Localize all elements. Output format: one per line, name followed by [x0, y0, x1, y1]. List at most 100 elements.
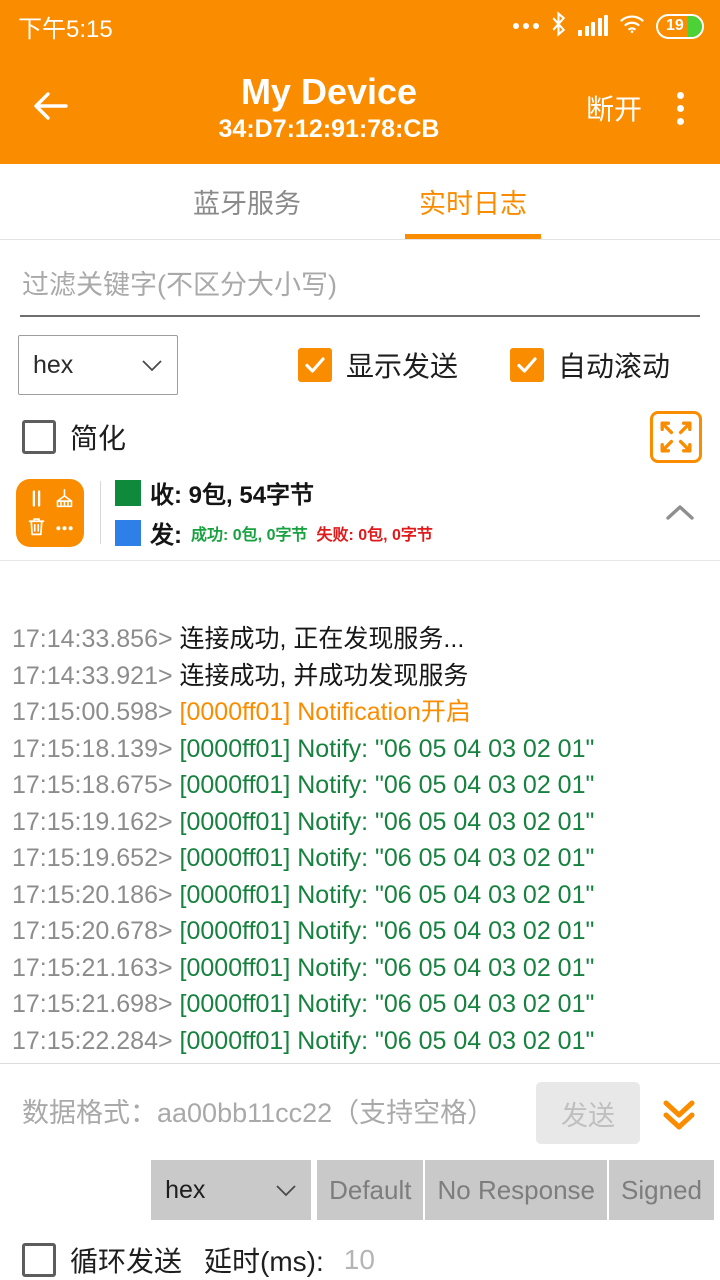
- trash-icon: [28, 518, 44, 536]
- log-message: [0000ff01] Notify: "06 05 04 03 02 01": [179, 917, 595, 945]
- bluetooth-icon: [550, 10, 567, 42]
- log-line: 17:14:33.921> 连接成功, 并成功发现服务: [12, 658, 720, 695]
- filter-row: [0, 240, 720, 317]
- log-timestamp: 17:15:18.139>: [12, 734, 180, 763]
- auto-scroll-checkbox[interactable]: [510, 348, 545, 382]
- log-timestamp: 17:15:00.598>: [12, 698, 180, 726]
- log-message: [0000ff01] Notify: "06 05 04 03 02 01": [179, 990, 595, 1018]
- check-icon: [517, 357, 537, 373]
- double-chevron-down-icon[interactable]: [654, 1091, 704, 1135]
- chevron-down-icon: [276, 1184, 296, 1196]
- log-message: 连接成功, 并成功发现服务: [179, 661, 469, 690]
- log-timestamp: 17:15:19.652>: [12, 844, 180, 872]
- loop-send-row: 循环发送 延时(ms):: [0, 1220, 720, 1280]
- page-title: My Device: [240, 71, 418, 113]
- simplify-checkbox-group[interactable]: 简化: [22, 417, 126, 457]
- simplify-checkbox[interactable]: [22, 420, 56, 454]
- send-row: 发送: [0, 1064, 720, 1160]
- log-line: 17:15:21.163> [0000ff01] Notify: "06 05 …: [12, 950, 720, 987]
- send-data-input[interactable]: [22, 1091, 522, 1135]
- status-icons: 19: [513, 10, 704, 42]
- delay-input[interactable]: [337, 1244, 428, 1276]
- write-type-option-2[interactable]: Signed: [609, 1160, 714, 1220]
- log-timestamp: 17:15:21.163>: [12, 953, 180, 982]
- battery-icon: 19: [656, 13, 704, 39]
- send-format-select[interactable]: hex: [151, 1160, 312, 1220]
- loop-send-label: 循环发送: [70, 1246, 183, 1277]
- write-type-option-1[interactable]: No Response: [425, 1160, 608, 1220]
- log-line: 17:15:20.186> [0000ff01] Notify: "06 05 …: [12, 877, 720, 914]
- log-lines-container: 17:14:33.856> 连接成功, 正在发现服务... 17:14:33.92…: [12, 621, 720, 1059]
- filter-keyword-input[interactable]: [20, 270, 700, 317]
- send-button[interactable]: 发送: [536, 1082, 640, 1144]
- tab-realtime-log[interactable]: 实时日志: [405, 164, 541, 239]
- disconnect-button[interactable]: 断开: [580, 82, 648, 134]
- log-message: [0000ff01] Notify: "06 05 04 03 02 01": [179, 880, 595, 909]
- app-bar: My Device 34:D7:12:91:78:CB 断开: [0, 52, 720, 164]
- log-message: [0000ff01] Notify: "06 05 04 03 02 01": [179, 953, 595, 982]
- log-timestamp: 17:14:33.921>: [12, 661, 180, 690]
- show-send-checkbox-group[interactable]: 显示发送: [298, 345, 458, 385]
- tab-bar: 蓝牙服务 实时日志: [0, 164, 720, 240]
- loop-send-checkbox[interactable]: [22, 1243, 56, 1277]
- log-format-select[interactable]: hex: [18, 335, 178, 395]
- stats-rx-line: 收: 9包, 54字节: [115, 475, 648, 510]
- status-bar: 下午5:15 19: [0, 0, 720, 52]
- log-timestamp: 17:15:22.284>: [12, 1026, 180, 1055]
- show-send-label: 显示发送: [346, 351, 459, 382]
- fullscreen-expand-icon[interactable]: [650, 411, 702, 463]
- simplify-controls-row: 简化: [0, 395, 720, 463]
- simplify-label: 简化: [70, 423, 127, 454]
- log-line: 17:15:18.675> [0000ff01] Notify: "06 05 …: [12, 767, 720, 804]
- log-message: [0000ff01] Notify: "06 05 04 03 02 01": [179, 807, 595, 836]
- log-message: [0000ff01] Notify: "06 05 04 03 02 01": [179, 1026, 595, 1055]
- delay-label: 延时(ms):: [204, 1246, 324, 1277]
- battery-percent: 19: [666, 17, 684, 34]
- log-output-area[interactable]: 17:14:33.856> 连接成功, 正在发现服务... 17:14:33.92…: [0, 560, 720, 1064]
- write-type-option-0[interactable]: Default: [317, 1160, 424, 1220]
- display-controls-row: hex 显示发送 自动滚动: [0, 317, 720, 395]
- log-line: 17:15:21.698> [0000ff01] Notify: "06 05 …: [12, 986, 720, 1023]
- rx-color-swatch: [115, 479, 141, 506]
- send-format-value: hex: [165, 1175, 206, 1204]
- log-message: [0000ff01] Notify: "06 05 04 03 02 01": [179, 844, 595, 872]
- show-send-checkbox[interactable]: [298, 348, 332, 382]
- signal-icon: [578, 15, 608, 36]
- broom-icon: [56, 488, 72, 508]
- stats-bar: 收: 9包, 54字节 发: 成功: 0包, 0字节 失败: 0包, 0字节: [0, 463, 720, 560]
- log-line: 17:15:20.678> [0000ff01] Notify: "06 05 …: [12, 913, 720, 950]
- wifi-icon: [619, 14, 645, 39]
- log-timestamp: 17:14:33.856>: [12, 625, 180, 653]
- tx-fail-text: 失败: 0包, 0字节: [316, 526, 433, 544]
- ellipsis-icon: [55, 526, 73, 531]
- log-message: [0000ff01] Notify: "06 05 04 03 02 01": [179, 734, 595, 763]
- log-timestamp: 17:15:18.675>: [12, 771, 180, 799]
- write-options-row: hex Default No Response Signed: [0, 1160, 720, 1220]
- log-line: 17:15:22.284> [0000ff01] Notify: "06 05 …: [12, 1023, 720, 1060]
- log-line: 17:15:00.598> [0000ff01] Notification开启: [12, 694, 720, 731]
- log-timestamp: 17:15:20.678>: [12, 917, 180, 945]
- status-time: 下午5:15: [18, 15, 113, 43]
- rx-stats-text: 收: 9包, 54字节: [150, 482, 315, 509]
- stats-tx-line: 发: 成功: 0包, 0字节 失败: 0包, 0字节: [115, 515, 648, 550]
- chevron-down-icon: [142, 359, 162, 371]
- log-line: 17:14:33.856> 连接成功, 正在发现服务...: [12, 621, 720, 658]
- auto-scroll-checkbox-group[interactable]: 自动滚动: [510, 345, 670, 385]
- tx-prefix-text: 发:: [150, 522, 182, 549]
- more-dots-icon: [513, 23, 539, 29]
- back-arrow-icon[interactable]: [28, 83, 74, 134]
- log-timestamp: 17:15:20.186>: [12, 880, 180, 909]
- check-icon: [305, 357, 325, 373]
- log-tools-button[interactable]: [16, 478, 84, 547]
- overflow-menu-icon[interactable]: [658, 84, 702, 132]
- log-message: [0000ff01] Notification开启: [179, 698, 471, 726]
- pause-icon: [32, 490, 40, 507]
- write-type-segmented-control: Default No Response Signed: [317, 1160, 714, 1220]
- tx-color-swatch: [115, 519, 141, 546]
- chevron-up-icon[interactable]: [658, 498, 702, 528]
- tab-bluetooth-services[interactable]: 蓝牙服务: [179, 164, 315, 239]
- log-message: [0000ff01] Notify: "06 05 04 03 02 01": [179, 771, 595, 799]
- log-line: 17:15:19.652> [0000ff01] Notify: "06 05 …: [12, 840, 720, 877]
- log-message: 连接成功, 正在发现服务...: [179, 625, 465, 653]
- log-line: 17:15:19.162> [0000ff01] Notify: "06 05 …: [12, 804, 720, 841]
